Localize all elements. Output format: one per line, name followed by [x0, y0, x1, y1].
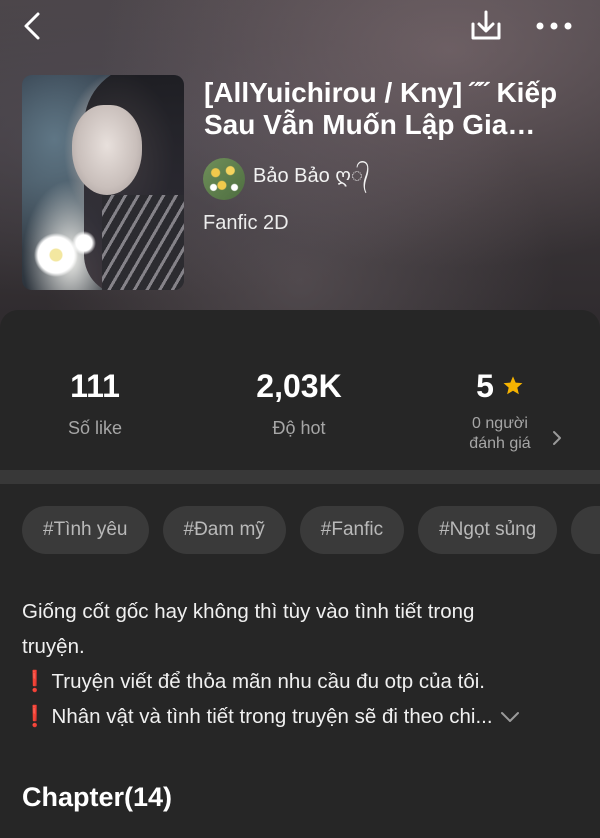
warning-icon: ❗ — [22, 705, 48, 728]
rating-stat[interactable]: 5 0 người đánh giá — [440, 368, 560, 454]
description-line: truyện. — [22, 635, 85, 658]
tag-chip[interactable]: #Tình yêu — [22, 506, 149, 554]
avatar — [203, 158, 245, 200]
story-title: [AllYuichirou / Kny] ˝˝ Kiếp Sau Vẫn Muố… — [204, 77, 558, 140]
cover-art-flowers — [28, 225, 98, 285]
back-button[interactable] — [18, 10, 50, 42]
chapter-list-heading: Chapter(14) — [22, 782, 173, 812]
warning-icon: ❗ — [22, 670, 48, 693]
likes-label: Số like — [67, 418, 123, 438]
likes-stat: 111 Số like — [40, 368, 150, 439]
tag-chip-partial[interactable] — [571, 506, 600, 554]
rating-count-line1: 0 người — [472, 415, 528, 432]
more-options-button[interactable] — [534, 10, 574, 42]
description-line-text: Nhân vật và tình tiết trong truyện sẽ đi… — [51, 705, 493, 728]
rating-value-row: 5 — [440, 368, 560, 404]
stats-row: 111 Số like 2,03K Độ hot 5 0 người đánh … — [0, 310, 600, 470]
author-name: Bảo Bảo ღ᭄ — [253, 165, 370, 187]
details-panel: 111 Số like 2,03K Độ hot 5 0 người đánh … — [0, 310, 600, 838]
download-button[interactable] — [468, 8, 504, 44]
tag-list: #Tình yêu #Đam mỹ #Fanfic #Ngọt sủng — [22, 506, 600, 554]
description-line: Giống cốt gốc hay không thì tùy vào tình… — [22, 600, 475, 623]
chevron-right-icon[interactable] — [551, 430, 563, 446]
section-divider — [0, 470, 600, 484]
description-line-text: Truyện viết để thỏa mãn nhu cầu đu otp c… — [51, 670, 485, 693]
author-link[interactable]: Bảo Bảo ღ᭄ — [203, 158, 370, 200]
tag-chip[interactable]: #Đam mỹ — [162, 506, 286, 554]
description-line: ❗ Truyện viết để thỏa mãn nhu cầu đu otp … — [22, 664, 578, 699]
rating-count-line2: đánh giá — [469, 435, 531, 452]
chevron-down-icon[interactable] — [499, 710, 521, 724]
top-bar — [0, 0, 600, 52]
rating-count-label: 0 người đánh giá — [440, 414, 560, 454]
tag-chip[interactable]: #Ngọt sủng — [418, 506, 558, 554]
cover-art-clothes — [102, 195, 184, 290]
hot-label: Độ hot — [272, 418, 326, 438]
more-horizontal-icon — [536, 22, 572, 30]
chevron-left-icon — [24, 12, 40, 40]
story-description: Giống cốt gốc hay không thì tùy vào tình… — [22, 594, 578, 734]
star-icon — [503, 376, 523, 395]
hot-value: 2,03K — [256, 368, 342, 404]
cover-art-face — [72, 105, 142, 195]
rating-value: 5 — [476, 368, 494, 404]
story-cover-image[interactable] — [22, 75, 184, 290]
description-line: ❗ Nhân vật và tình tiết trong truyện sẽ … — [22, 699, 578, 734]
download-icon — [471, 10, 501, 40]
hot-stat: 2,03K Độ hot — [238, 368, 360, 439]
genre-label[interactable]: Fanfic 2D — [203, 212, 289, 235]
likes-value: 111 — [70, 368, 120, 404]
tag-chip[interactable]: #Fanfic — [299, 506, 405, 554]
